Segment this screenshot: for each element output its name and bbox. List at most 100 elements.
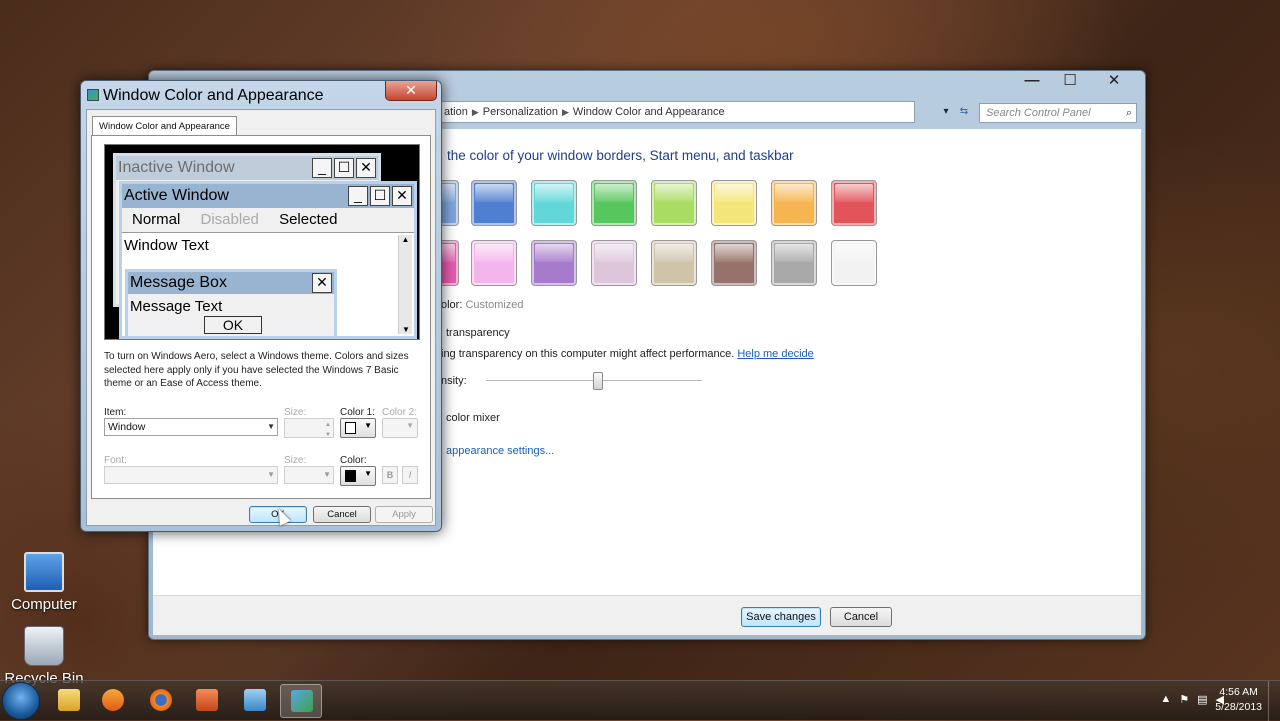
size-stepper[interactable]: ▲ ▼ xyxy=(284,418,334,438)
color-swatch[interactable] xyxy=(531,180,577,226)
taskbar-explorer[interactable] xyxy=(48,684,90,718)
cancel-button[interactable]: Cancel xyxy=(313,506,371,523)
search-icon[interactable]: ⌕ xyxy=(1126,104,1132,122)
preview-active-titlebar: Active Window _ ☐ ✕ xyxy=(122,184,414,208)
cancel-button[interactable]: Cancel xyxy=(830,607,892,627)
color-swatch[interactable] xyxy=(471,180,517,226)
dialog-title: Window Color and Appearance xyxy=(103,87,324,104)
color-swatch[interactable] xyxy=(651,240,697,286)
control-panel-icon xyxy=(291,690,313,712)
breadcrumb-item[interactable]: ation xyxy=(444,106,468,118)
intensity-label: nsity: xyxy=(441,375,467,387)
breadcrumb-item[interactable]: Personalization xyxy=(483,106,558,118)
performance-note: ing transparency on this computer might … xyxy=(441,348,814,360)
address-bar[interactable]: ation ▶ Personalization ▶ Window Color and A… xyxy=(439,101,915,123)
italic-toggle[interactable]: I xyxy=(402,466,418,484)
breadcrumb-item[interactable]: Window Color and Appearance xyxy=(573,106,725,118)
preview-window-text: Window Text xyxy=(124,237,209,254)
color-swatch[interactable] xyxy=(471,240,517,286)
apply-button[interactable]: Apply xyxy=(375,506,433,523)
chevron-down-icon: ▼ xyxy=(267,422,275,431)
bold-toggle[interactable]: B xyxy=(382,466,398,484)
preview-menu-normal: Normal xyxy=(132,211,181,228)
minimize-button[interactable]: — xyxy=(1013,71,1051,91)
color-swatch[interactable] xyxy=(831,180,877,226)
color1-label: Color 1: xyxy=(340,407,376,418)
transparency-label[interactable]: transparency xyxy=(446,327,510,339)
search-input[interactable]: Search Control Panel ⌕ xyxy=(979,103,1137,123)
preview-inactive-titlebar: Inactive Window _ ☐ ✕ xyxy=(116,156,378,180)
color-swatch[interactable] xyxy=(831,240,877,286)
current-color-row: olor: Customized xyxy=(441,299,524,311)
search-placeholder: Search Control Panel xyxy=(986,107,1091,119)
font-select[interactable]: ▼ xyxy=(104,466,278,484)
color-swatch[interactable] xyxy=(531,240,577,286)
flag-icon[interactable]: ⚑ xyxy=(1179,693,1189,706)
preview-caption-buttons: _ ☐ ✕ xyxy=(348,186,412,206)
color2-label: Color 2: xyxy=(382,407,418,418)
color-swatch[interactable] xyxy=(711,180,757,226)
help-me-decide-link[interactable]: Help me decide xyxy=(737,348,813,360)
minimize-icon: _ xyxy=(312,158,332,178)
color-swatch[interactable] xyxy=(651,180,697,226)
color-mixer-label[interactable]: color mixer xyxy=(446,412,500,424)
color1-picker-button[interactable]: ▼ xyxy=(340,418,376,438)
color-swatch[interactable] xyxy=(771,180,817,226)
preview-active-title: Active Window xyxy=(124,187,229,204)
computer-icon xyxy=(24,552,64,592)
item-select[interactable]: Window ▼ xyxy=(104,418,278,436)
minimize-icon: _ xyxy=(348,186,368,206)
close-icon: ✕ xyxy=(356,158,376,178)
preview-caption-buttons: _ ☐ ✕ xyxy=(312,158,376,178)
color2-picker-button[interactable]: ▼ xyxy=(382,418,418,438)
preview-menu-selected: Selected xyxy=(279,211,338,228)
chevron-down-icon: ▼ xyxy=(364,469,372,478)
chevron-down-icon[interactable]: ▼ xyxy=(325,427,331,443)
show-hidden-icons-icon[interactable]: ▲ xyxy=(1160,693,1171,706)
preview-msgbox-titlebar: Message Box ✕ xyxy=(128,272,334,294)
maximize-button[interactable]: ☐ xyxy=(1051,71,1089,91)
font-size-select[interactable]: ▼ xyxy=(284,466,334,484)
address-dropdown-icon[interactable]: ▾ xyxy=(937,102,955,122)
font-color-label: Color: xyxy=(340,455,367,466)
performance-note-text: ing transparency on this computer might … xyxy=(441,348,735,360)
color-swatch[interactable] xyxy=(591,240,637,286)
color-swatch[interactable] xyxy=(591,180,637,226)
intensity-slider-thumb[interactable] xyxy=(593,372,603,390)
taskbar-app[interactable] xyxy=(234,684,276,718)
taskbar-media-player[interactable] xyxy=(92,684,134,718)
font-size-label: Size: xyxy=(284,455,307,466)
refresh-icon[interactable]: ⇆ xyxy=(955,102,973,122)
preview-caption-buttons: ✕ xyxy=(312,273,332,293)
color-swatch[interactable] xyxy=(711,240,757,286)
desktop-icon-computer[interactable]: Computer xyxy=(4,552,84,613)
taskbar-powerpoint[interactable] xyxy=(186,684,228,718)
color-swatch[interactable] xyxy=(771,240,817,286)
tab-window-color-appearance[interactable]: Window Color and Appearance xyxy=(92,116,237,136)
desktop-icon-recycle-bin[interactable]: Recycle Bin xyxy=(4,626,84,687)
preview-inactive-title: Inactive Window xyxy=(118,159,235,176)
maximize-icon: ☐ xyxy=(370,186,390,206)
chevron-down-icon: ▼ xyxy=(364,421,372,430)
taskbar: ▲ ⚑ ▤ ◀ 4:56 AM 5/28/2013 xyxy=(0,680,1280,721)
show-desktop-button[interactable] xyxy=(1268,681,1280,721)
app-icon xyxy=(244,689,266,711)
appearance-preview[interactable]: Inactive Window _ ☐ ✕ Active Window _ ☐ ✕ xyxy=(104,144,420,340)
save-changes-button[interactable]: Save changes xyxy=(741,607,821,627)
font-label: Font: xyxy=(104,455,127,466)
color-chip xyxy=(345,470,356,482)
start-button[interactable] xyxy=(2,682,40,720)
clock[interactable]: 4:56 AM 5/28/2013 xyxy=(1215,685,1262,715)
network-icon[interactable]: ▤ xyxy=(1197,693,1207,706)
folder-icon xyxy=(58,689,80,711)
taskbar-control-panel[interactable] xyxy=(280,684,322,718)
taskbar-firefox[interactable] xyxy=(140,684,182,718)
firefox-icon xyxy=(150,689,172,711)
close-button[interactable]: ✕ xyxy=(385,81,437,101)
font-color-picker-button[interactable]: ▼ xyxy=(340,466,376,486)
recycle-bin-icon xyxy=(24,626,64,666)
advanced-appearance-link[interactable]: appearance settings... xyxy=(446,445,554,457)
close-button[interactable]: ✕ xyxy=(1089,71,1139,91)
desktop-icon-label: Computer xyxy=(11,596,77,613)
dialog-body: Window Color and Appearance Inactive Win… xyxy=(86,109,436,526)
